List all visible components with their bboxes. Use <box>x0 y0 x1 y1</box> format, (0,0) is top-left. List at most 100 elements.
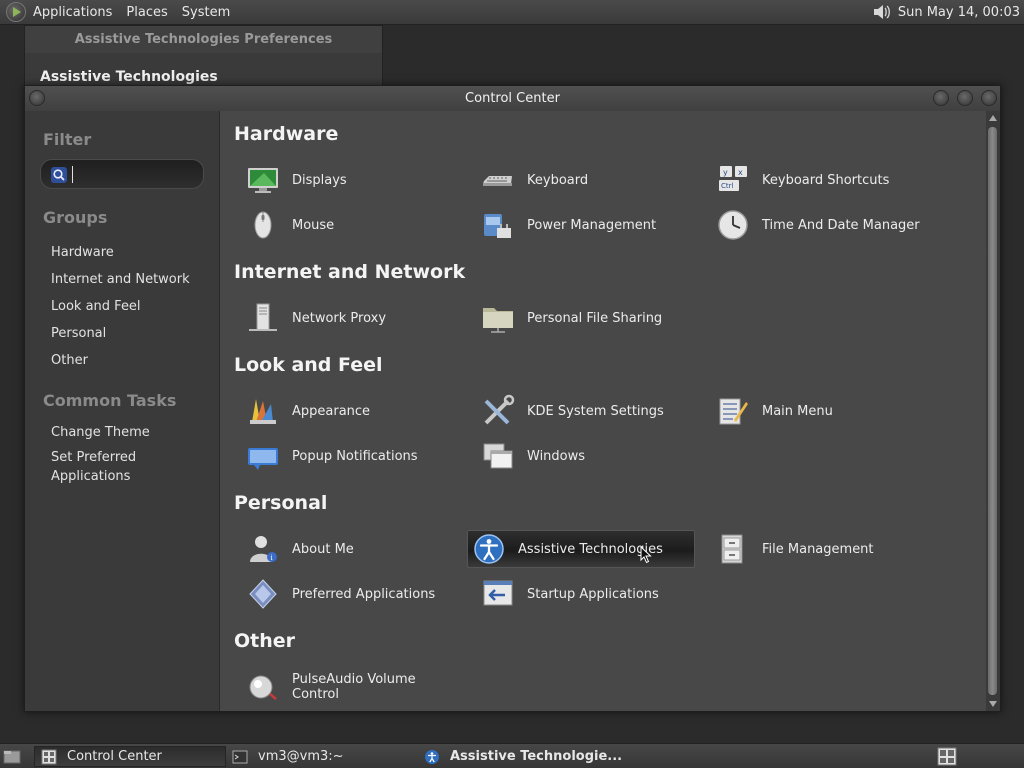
show-desktop-icon[interactable] <box>3 748 21 765</box>
appearance-icon <box>250 399 276 424</box>
task-label: vm3@vm3:~ <box>258 749 344 764</box>
item-pulseaudio-volume[interactable]: PulseAudio Volume Control <box>232 668 460 706</box>
window-menu-button[interactable] <box>29 90 45 106</box>
item-preferred-applications[interactable]: Preferred Applications <box>232 575 460 613</box>
item-label: Displays <box>292 172 347 188</box>
item-label: Power Management <box>527 217 657 233</box>
item-appearance[interactable]: Appearance <box>232 392 460 430</box>
network-proxy-icon <box>249 303 277 331</box>
control-center-window: Control Center Filter Groups Hardware In… <box>24 85 1001 712</box>
preferred-apps-icon <box>249 579 277 609</box>
system-menu[interactable]: System <box>175 0 237 25</box>
search-icon <box>51 167 67 183</box>
workspace-switcher-icon[interactable] <box>937 747 957 766</box>
item-file-management[interactable]: File Management <box>702 530 930 568</box>
task-change-theme[interactable]: Change Theme <box>51 423 201 442</box>
category-hardware-heading: Hardware <box>234 123 339 145</box>
item-label: Keyboard <box>527 172 589 188</box>
monitor-icon <box>248 168 278 193</box>
task-assistive-technologies[interactable]: Assistive Technologie... <box>418 746 628 767</box>
item-startup-applications[interactable]: Startup Applications <box>467 575 695 613</box>
item-about-me[interactable]: i About Me <box>232 530 460 568</box>
scroll-down-arrow-icon[interactable] <box>989 701 997 707</box>
task-label: Control Center <box>67 749 162 764</box>
distro-logo-icon <box>6 2 26 22</box>
group-hardware[interactable]: Hardware <box>51 243 201 262</box>
scroll-up-arrow-icon[interactable] <box>989 115 997 121</box>
item-label: Preferred Applications <box>292 586 436 602</box>
item-label: PulseAudio Volume Control <box>292 672 416 702</box>
item-displays[interactable]: Displays <box>232 161 460 199</box>
item-keyboard[interactable]: Keyboard <box>467 161 695 199</box>
scroll-thumb[interactable] <box>988 127 997 695</box>
item-label: Time And Date Manager <box>762 217 920 233</box>
file-cabinet-icon <box>721 534 743 564</box>
notification-icon <box>248 448 278 470</box>
control-center-icon <box>41 749 57 764</box>
item-label: File Management <box>762 541 874 557</box>
groups-heading: Groups <box>43 208 108 227</box>
item-time-date[interactable]: Time And Date Manager <box>702 206 930 244</box>
assistive-preferences-title[interactable]: Assistive Technologies Preferences <box>25 26 382 53</box>
speaker-icon[interactable] <box>872 3 890 21</box>
item-label: Appearance <box>292 403 371 419</box>
item-power-management[interactable]: Power Management <box>467 206 695 244</box>
window-titlebar[interactable]: Control Center <box>25 86 1000 111</box>
folder-share-icon <box>483 308 513 333</box>
category-look-feel-heading: Look and Feel <box>234 354 383 376</box>
startup-icon <box>483 580 513 606</box>
filter-search-input[interactable] <box>40 159 204 189</box>
task-terminal[interactable]: vm3@vm3:~ <box>226 746 418 767</box>
item-assistive-technologies[interactable]: Assistive Technologies <box>467 530 695 568</box>
item-kde-system-settings[interactable]: KDE System Settings <box>467 392 695 430</box>
power-icon <box>484 214 511 238</box>
item-popup-notifications[interactable]: Popup Notifications <box>232 437 460 475</box>
item-windows[interactable]: Windows <box>467 437 695 475</box>
clock[interactable]: Sun May 14, 00:03 <box>898 5 1024 20</box>
accessibility-icon <box>474 534 504 564</box>
common-tasks-heading: Common Tasks <box>43 391 177 410</box>
tools-icon <box>484 394 515 425</box>
applications-menu[interactable]: Applications <box>0 0 119 25</box>
group-internet-network[interactable]: Internet and Network <box>51 270 201 289</box>
places-menu[interactable]: Places <box>119 0 174 25</box>
task-set-preferred-apps[interactable]: Set Preferred Applications <box>51 448 201 486</box>
svg-text:y: y <box>723 168 728 177</box>
task-control-center[interactable]: Control Center <box>34 746 226 767</box>
terminal-icon <box>232 750 248 763</box>
keyboard-icon <box>483 176 512 186</box>
mouse-icon <box>254 211 272 239</box>
item-keyboard-shortcuts[interactable]: y x Ctrl Keyboard Shortcuts <box>702 161 930 199</box>
minimize-button[interactable] <box>933 90 949 106</box>
top-panel: Applications Places System Sun May 14, 0… <box>0 0 1024 25</box>
group-look-feel[interactable]: Look and Feel <box>51 297 201 316</box>
menu-editor-icon <box>719 398 748 425</box>
item-mouse[interactable]: Mouse <box>232 206 460 244</box>
item-label: Network Proxy <box>292 310 387 326</box>
svg-text:Ctrl: Ctrl <box>721 182 734 190</box>
close-button[interactable] <box>981 90 997 106</box>
window-title: Control Center <box>465 91 560 106</box>
clock-icon <box>718 210 748 240</box>
item-label: Main Menu <box>762 403 833 419</box>
accessibility-icon <box>425 749 439 764</box>
item-label: About Me <box>292 541 354 557</box>
item-label: Popup Notifications <box>292 448 418 464</box>
mouse-pointer-icon <box>640 546 652 564</box>
item-main-menu[interactable]: Main Menu <box>702 392 930 430</box>
item-label: Startup Applications <box>527 586 659 602</box>
user-icon: i <box>250 536 277 562</box>
item-label: KDE System Settings <box>527 403 664 419</box>
item-personal-file-sharing[interactable]: Personal File Sharing <box>467 299 695 337</box>
task-label: Assistive Technologie... <box>450 749 623 764</box>
group-personal[interactable]: Personal <box>51 324 201 343</box>
assistive-preferences-heading: Assistive Technologies <box>40 69 218 85</box>
content-scrollbar[interactable] <box>986 111 1000 711</box>
maximize-button[interactable] <box>957 90 973 106</box>
item-label: Mouse <box>292 217 335 233</box>
sidebar: Filter Groups Hardware Internet and Netw… <box>25 111 219 711</box>
text-caret <box>72 166 73 183</box>
group-other[interactable]: Other <box>51 351 201 370</box>
control-center-content: Hardware Displays Keyboard y x Ctrl Keyb… <box>219 111 986 711</box>
item-network-proxy[interactable]: Network Proxy <box>232 299 460 337</box>
